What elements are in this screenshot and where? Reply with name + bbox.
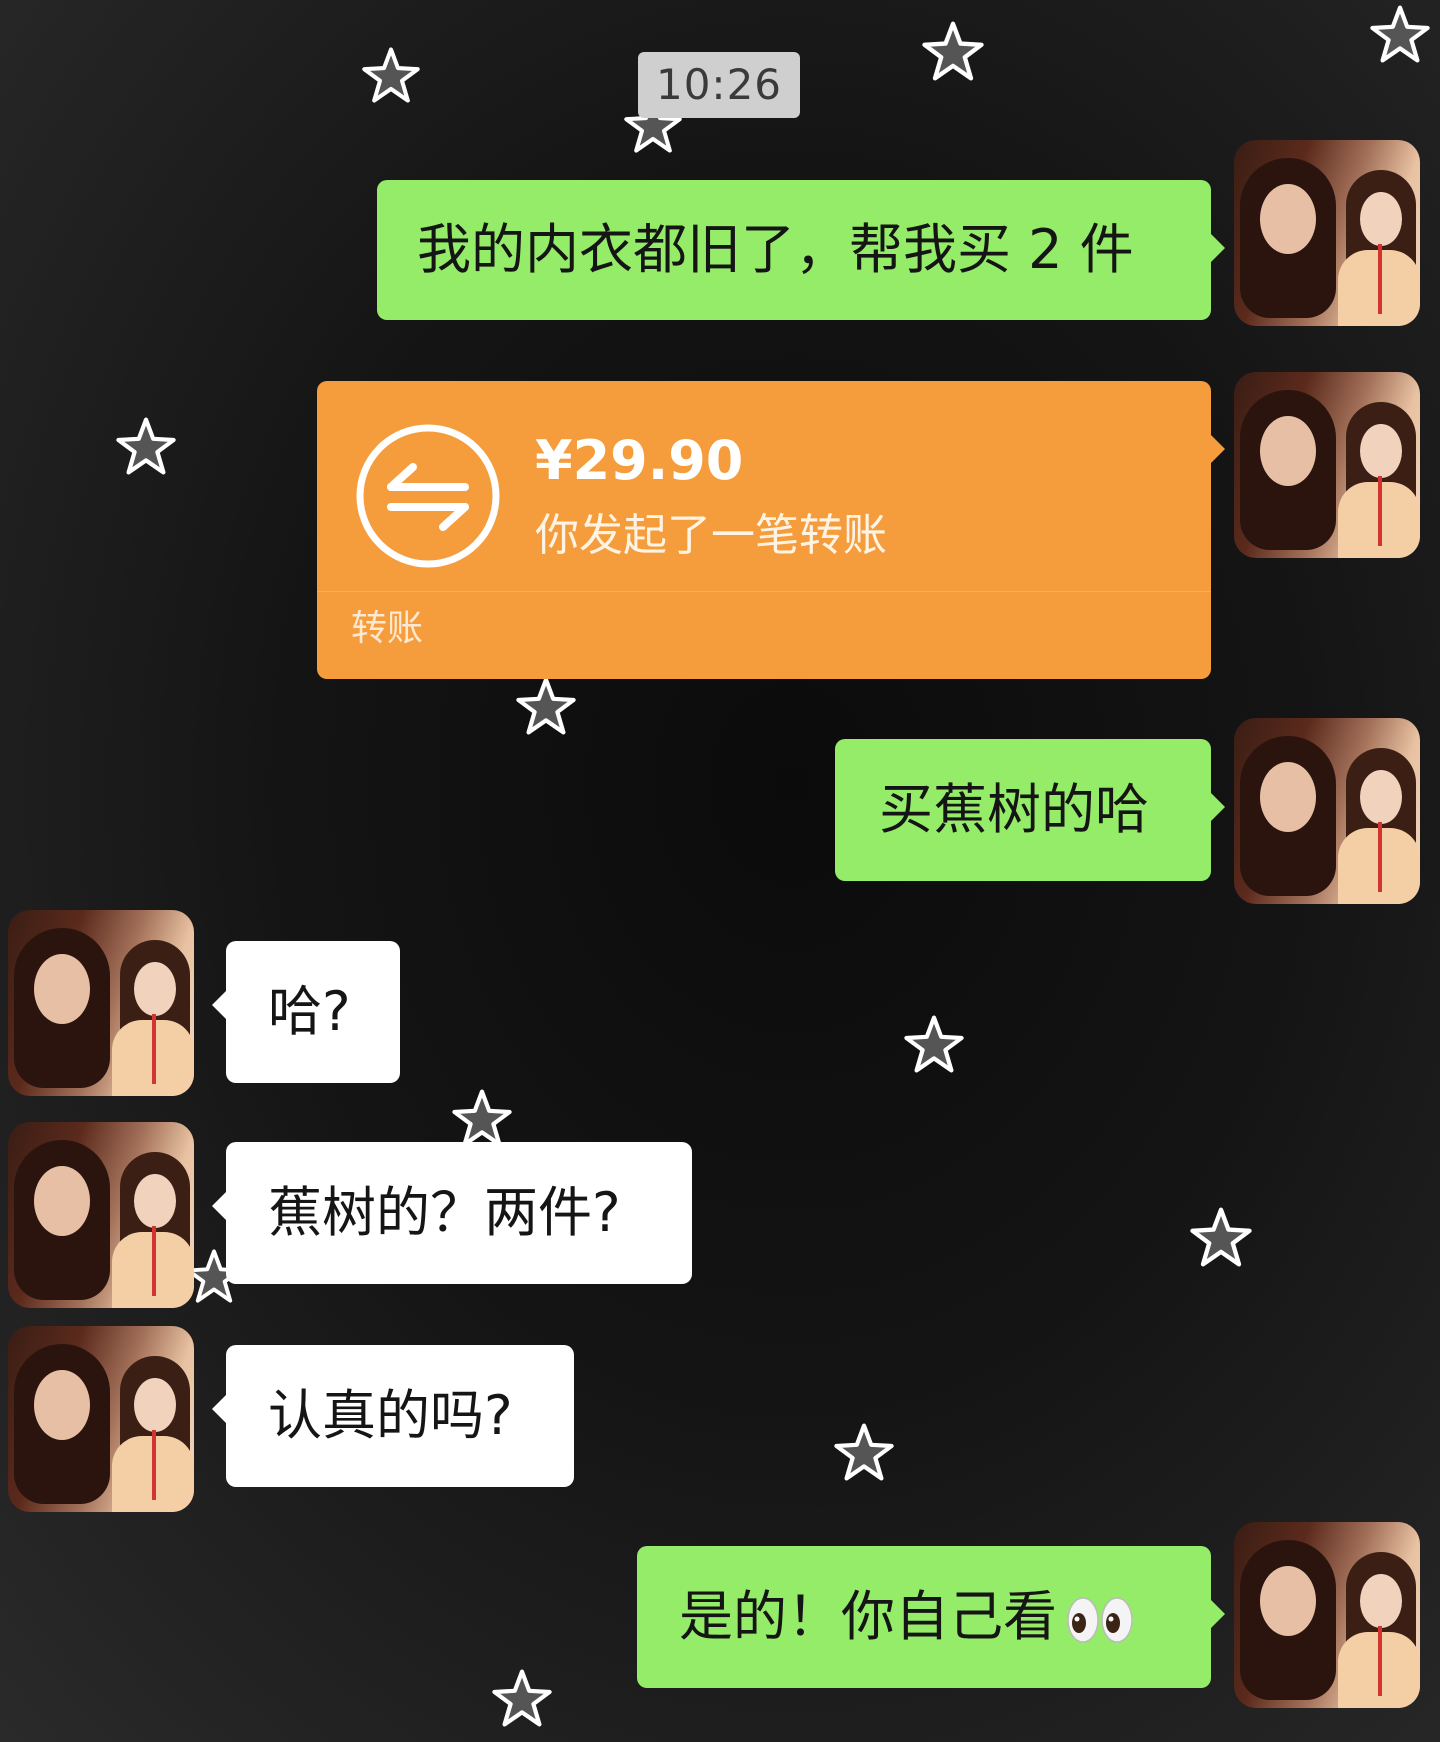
star-sticker-icon <box>516 676 576 736</box>
star-sticker-icon <box>834 1422 894 1482</box>
message-text: 我的内衣都旧了，帮我买 2 件 <box>417 218 1134 281</box>
chat-screen: 10:26 我的内衣都旧了，帮我买 2 件 ¥29.90 你发起了一笔转账 转账… <box>0 0 1440 1742</box>
message-text: 是的！你自己看 <box>679 1585 1057 1648</box>
star-sticker-icon <box>1370 4 1430 64</box>
self-avatar[interactable] <box>1234 372 1420 558</box>
star-sticker-icon <box>452 1088 512 1148</box>
message-bubble-contact[interactable]: 哈? <box>212 941 400 1083</box>
message-timestamp: 10:26 <box>638 52 800 118</box>
transfer-footer-label: 转账 <box>351 608 424 649</box>
self-avatar[interactable] <box>1234 1522 1420 1708</box>
message-bubble-self[interactable]: 我的内衣都旧了，帮我买 2 件 <box>377 180 1225 320</box>
message-text: 买蕉树的哈 <box>879 778 1149 841</box>
self-avatar[interactable] <box>1234 718 1420 904</box>
message-bubble-self[interactable]: 是的！你自己看 <box>637 1546 1225 1688</box>
transfer-description: 你发起了一笔转账 <box>535 510 887 561</box>
star-sticker-icon <box>116 416 176 476</box>
message-text: 蕉树的？两件? <box>268 1181 621 1244</box>
message-bubble-contact[interactable]: 认真的吗? <box>212 1345 574 1487</box>
star-sticker-icon <box>492 1668 552 1728</box>
message-bubble-self[interactable]: 买蕉树的哈 <box>835 739 1225 881</box>
star-sticker-icon <box>362 46 420 104</box>
transfer-amount: ¥29.90 <box>535 429 744 492</box>
transfer-arrows-icon <box>353 421 503 571</box>
transfer-card[interactable]: ¥29.90 你发起了一笔转账 转账 <box>317 381 1225 679</box>
eyes-emoji-icon <box>1065 1595 1135 1645</box>
message-bubble-contact[interactable]: 蕉树的？两件? <box>212 1142 692 1284</box>
star-sticker-icon <box>1190 1206 1252 1268</box>
contact-avatar[interactable] <box>8 910 194 1096</box>
contact-avatar[interactable] <box>8 1326 194 1512</box>
star-sticker-icon <box>904 1014 964 1074</box>
message-text: 认真的吗? <box>268 1384 513 1447</box>
message-text: 哈? <box>268 980 351 1043</box>
self-avatar[interactable] <box>1234 140 1420 326</box>
star-sticker-icon <box>922 20 984 82</box>
transfer-divider <box>317 591 1211 592</box>
contact-avatar[interactable] <box>8 1122 194 1308</box>
